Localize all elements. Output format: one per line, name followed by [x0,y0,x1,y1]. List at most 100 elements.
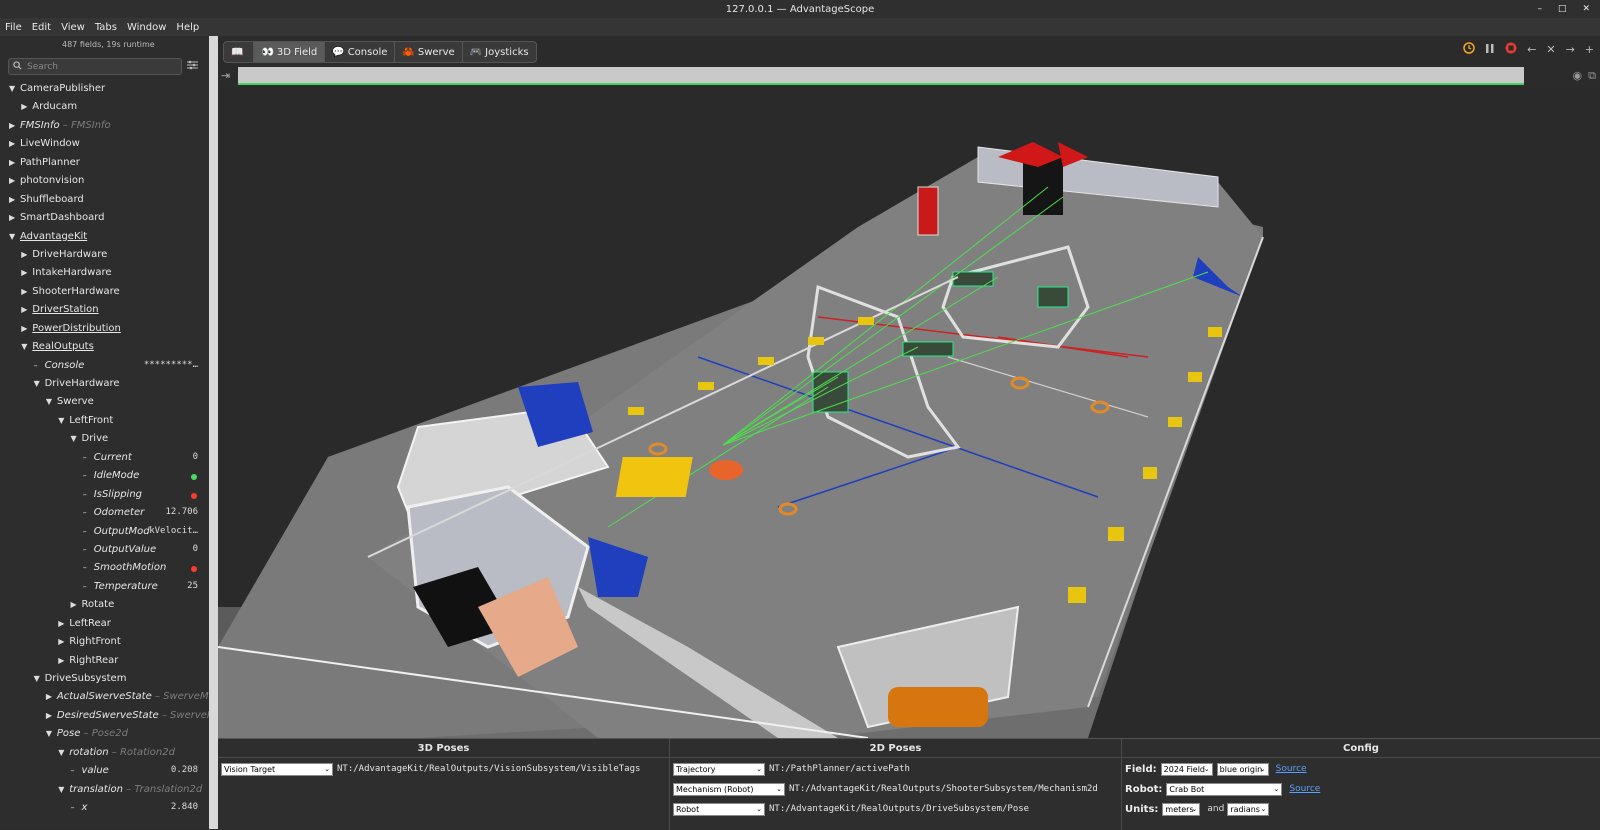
timeline-bar[interactable] [238,67,1524,83]
expand-arrow-down-icon[interactable]: ▼ [71,434,80,443]
field-select[interactable]: 2024 Field ⌄ [1160,762,1213,776]
tab-docs[interactable]: 📖 [224,42,255,62]
tab-swerve[interactable]: 🦀 Swerve [395,42,463,62]
expand-arrow-right-icon[interactable]: ▶ [9,176,18,185]
tree-row[interactable]: ▶ LiveWindow [0,135,209,153]
tree-row[interactable]: – x 2.840 [0,799,209,817]
tree-row[interactable]: ▶ActualSwerveState – SwerveModu [0,688,209,706]
tree-row[interactable]: – OutputValue 0 [0,541,209,559]
record-icon[interactable] [1505,42,1517,57]
tree-row[interactable]: – IsSlipping [0,486,209,504]
pose-type-select[interactable]: Mechanism (Robot) ⌄ [673,782,785,796]
tree-row[interactable]: – Console *********… [0,357,209,375]
expand-arrow-right-icon[interactable]: ▶ [9,213,18,222]
tree-row[interactable]: – IdleMode [0,467,209,485]
close-icon[interactable]: ✕ [1582,4,1590,14]
expand-arrow-down-icon[interactable]: ▼ [46,729,55,738]
robot-select[interactable]: Crab Bot ⌄ [1166,782,1283,796]
tab-joysticks[interactable]: 🎮 Joysticks [463,42,536,62]
expand-arrow-down-icon[interactable]: ▼ [58,416,67,425]
expand-arrow-right-icon[interactable]: ▶ [21,305,30,314]
tree-row[interactable]: ▼ AdvantageKit [0,228,209,246]
expand-arrow-down-icon[interactable]: ▼ [9,232,18,241]
close-tab-icon[interactable]: ✕ [1546,43,1555,56]
tree-row[interactable]: – Temperature 25 [0,578,209,596]
expand-arrow-down-icon[interactable]: ▼ [34,379,43,388]
menu-view[interactable]: View [61,22,85,33]
tree-row[interactable]: ▶ ShooterHardware [0,283,209,301]
search-input[interactable]: Search [8,58,182,75]
tree-row[interactable]: ▶ DriverStation [0,301,209,319]
live-sync-icon[interactable] [1463,42,1475,57]
tree-row[interactable]: – Odometer 12.706 [0,504,209,522]
back-icon[interactable]: ← [1527,43,1536,56]
expand-arrow-down-icon[interactable]: ▼ [58,748,67,757]
menu-window[interactable]: Window [127,22,166,33]
menu-tabs[interactable]: Tabs [95,22,117,33]
tree-row[interactable]: ▶ IntakeHardware [0,264,209,282]
tree-row[interactable]: ▼ rotation – Rotation2d [0,744,209,762]
length-unit-select[interactable]: meters ⌄ [1162,802,1201,816]
add-tab-icon[interactable]: + [1585,43,1594,56]
expand-arrow-right-icon[interactable]: ▶ [58,656,67,665]
menu-file[interactable]: File [5,22,22,33]
filter-icon[interactable] [187,60,198,73]
tree-row[interactable]: ▼ RealOutputs [0,338,209,356]
pose-type-select[interactable]: Trajectory ⌄ [673,762,765,776]
tree-row[interactable]: ▼ Pose – Pose2d [0,725,209,743]
tree-row[interactable]: ▼ DriveHardware [0,375,209,393]
tree-row[interactable]: ▼ CameraPublisher [0,80,209,98]
expand-arrow-right-icon[interactable]: ▶ [21,287,30,296]
angle-unit-select[interactable]: radians ⌄ [1227,802,1270,816]
origin-select[interactable]: blue origin ⌄ [1216,762,1269,776]
expand-arrow-right-icon[interactable]: ▶ [21,102,30,111]
tree-row[interactable]: ▼ DriveSubsystem [0,670,209,688]
collapse-sidebar-icon[interactable]: ⇥ [221,69,230,82]
expand-arrow-down-icon[interactable]: ▼ [46,397,55,406]
tree-row[interactable]: ▶ photonvision [0,172,209,190]
menu-help[interactable]: Help [176,22,199,33]
menu-edit[interactable]: Edit [32,22,51,33]
tree-row[interactable]: ▼ LeftFront [0,412,209,430]
tree-row[interactable]: – Current 0 [0,449,209,467]
popout-icon[interactable]: ⧉ [1588,69,1596,83]
tree-row[interactable]: ▼ translation – Translation2d [0,781,209,799]
robot-source-link[interactable]: Source [1289,784,1320,794]
expand-arrow-down-icon[interactable]: ▼ [21,342,30,351]
expand-arrow-right-icon[interactable]: ▶ [21,268,30,277]
expand-arrow-right-icon[interactable]: ▶ [71,600,80,609]
expand-arrow-down-icon[interactable]: ▼ [58,785,67,794]
expand-arrow-right-icon[interactable]: ▶ [9,139,18,148]
tree-row[interactable]: ▶ PowerDistribution [0,320,209,338]
forward-icon[interactable]: → [1566,43,1575,56]
eye-icon[interactable]: ◉ [1573,69,1583,83]
tab-console[interactable]: 💬 Console [325,42,396,62]
tree-row[interactable]: ▶ DriveHardware [0,246,209,264]
expand-arrow-down-icon[interactable]: ▼ [34,674,43,683]
tree-row[interactable]: ▶ RightFront [0,633,209,651]
expand-arrow-right-icon[interactable]: ▶ [46,692,55,701]
tree-row[interactable]: – value 0.208 [0,762,209,780]
field-source-link[interactable]: Source [1276,764,1307,774]
tree-row[interactable]: ▶ RightRear [0,652,209,670]
tree-row[interactable]: ▶DesiredSwerveState – SwerveMod [0,707,209,725]
expand-arrow-right-icon[interactable]: ▶ [9,158,18,167]
expand-arrow-right-icon[interactable]: ▶ [58,637,67,646]
tree-row[interactable]: ▶ FMSInfo – FMSInfo [0,117,209,135]
tree-row[interactable]: ▼ Drive [0,430,209,448]
pose-type-select[interactable]: Vision Target ⌄ [221,762,333,776]
expand-arrow-right-icon[interactable]: ▶ [21,250,30,259]
expand-arrow-right-icon[interactable]: ▶ [21,324,30,333]
tree-row[interactable]: ▶ LeftRear [0,615,209,633]
tree-row[interactable]: ▶ Shuffleboard [0,191,209,209]
expand-arrow-right-icon[interactable]: ▶ [9,195,18,204]
3d-field-viewport[interactable] [218,87,1600,738]
sidebar-scrollbar[interactable] [209,36,218,829]
pose-type-select[interactable]: Robot ⌄ [673,802,765,816]
tree-row[interactable]: ▶ Arducam [0,98,209,116]
tab-3d-field[interactable]: 👀 3D Field [254,42,326,62]
tree-row[interactable]: ▼ Swerve [0,393,209,411]
minimize-icon[interactable]: – [1537,4,1542,14]
tree-row[interactable]: ▶ PathPlanner [0,154,209,172]
expand-arrow-right-icon[interactable]: ▶ [58,619,67,628]
